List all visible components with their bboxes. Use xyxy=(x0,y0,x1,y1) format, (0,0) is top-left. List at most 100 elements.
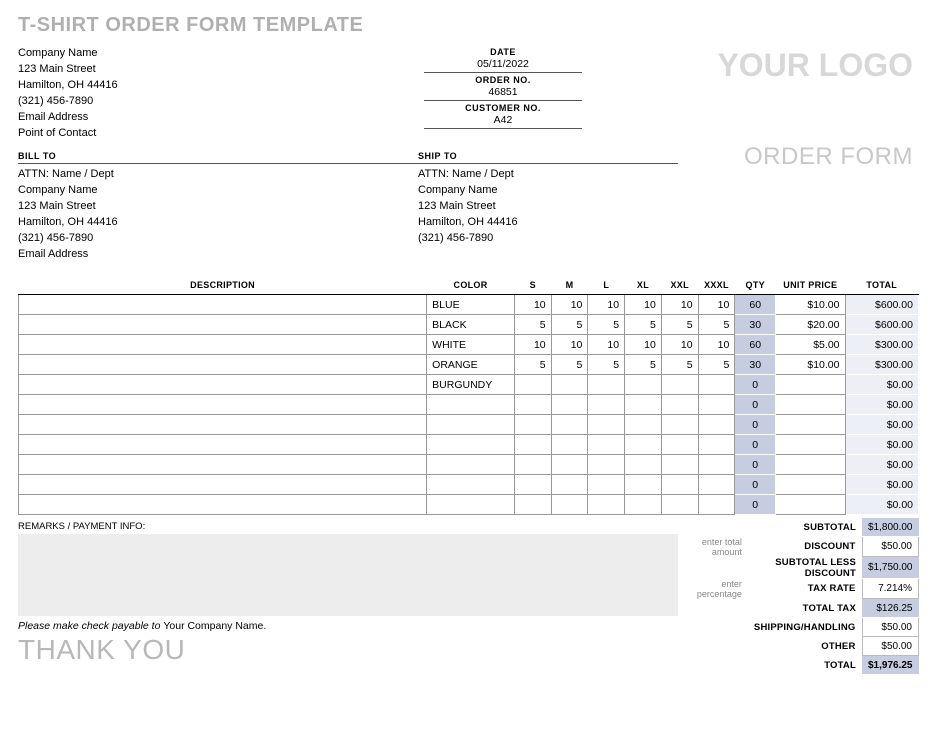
cell-xxxl[interactable] xyxy=(698,415,735,435)
discount-value[interactable]: $50.00 xyxy=(862,537,919,557)
cell-description[interactable] xyxy=(19,395,427,415)
cell-l[interactable] xyxy=(588,475,625,495)
cell-xxxl[interactable]: 10 xyxy=(698,335,735,355)
cell-xxl[interactable] xyxy=(661,375,698,395)
cell-m[interactable] xyxy=(551,495,588,515)
cell-price[interactable]: $10.00 xyxy=(776,295,845,315)
cell-xxl[interactable] xyxy=(661,435,698,455)
cell-xxxl[interactable] xyxy=(698,475,735,495)
cell-s[interactable] xyxy=(514,435,551,455)
cell-price[interactable] xyxy=(776,375,845,395)
cell-s[interactable] xyxy=(514,395,551,415)
cell-color[interactable]: ORANGE xyxy=(427,355,515,375)
cell-xl[interactable]: 5 xyxy=(625,315,662,335)
cell-l[interactable] xyxy=(588,395,625,415)
cell-xxl[interactable] xyxy=(661,415,698,435)
cell-s[interactable]: 5 xyxy=(514,355,551,375)
cell-xxxl[interactable]: 10 xyxy=(698,295,735,315)
cell-description[interactable] xyxy=(19,375,427,395)
cell-xl[interactable] xyxy=(625,495,662,515)
cell-m[interactable] xyxy=(551,455,588,475)
cell-xxl[interactable]: 10 xyxy=(661,335,698,355)
cell-price[interactable] xyxy=(776,395,845,415)
other-value[interactable]: $50.00 xyxy=(862,637,919,656)
cell-xxl[interactable] xyxy=(661,475,698,495)
cell-color[interactable] xyxy=(427,495,515,515)
cell-s[interactable] xyxy=(514,495,551,515)
cell-xl[interactable]: 10 xyxy=(625,295,662,315)
cell-description[interactable] xyxy=(19,295,427,315)
cell-xxl[interactable] xyxy=(661,455,698,475)
cell-price[interactable] xyxy=(776,475,845,495)
cell-description[interactable] xyxy=(19,475,427,495)
cell-l[interactable] xyxy=(588,415,625,435)
cell-s[interactable]: 10 xyxy=(514,295,551,315)
cell-s[interactable] xyxy=(514,475,551,495)
cell-m[interactable] xyxy=(551,375,588,395)
cell-s[interactable]: 5 xyxy=(514,315,551,335)
cell-color[interactable]: WHITE xyxy=(427,335,515,355)
cell-l[interactable] xyxy=(588,435,625,455)
cell-l[interactable]: 5 xyxy=(588,315,625,335)
cell-s[interactable] xyxy=(514,455,551,475)
cell-xxl[interactable] xyxy=(661,495,698,515)
cell-m[interactable] xyxy=(551,475,588,495)
cell-color[interactable] xyxy=(427,415,515,435)
cell-xxxl[interactable] xyxy=(698,435,735,455)
cell-m[interactable] xyxy=(551,435,588,455)
cell-xxl[interactable] xyxy=(661,395,698,415)
cell-price[interactable] xyxy=(776,495,845,515)
tax-rate-value[interactable]: 7.214% xyxy=(862,579,919,599)
cell-color[interactable] xyxy=(427,455,515,475)
cell-s[interactable] xyxy=(514,415,551,435)
cell-color[interactable]: BLUE xyxy=(427,295,515,315)
cell-s[interactable] xyxy=(514,375,551,395)
order-no-value[interactable]: 46851 xyxy=(424,85,582,101)
cell-xxxl[interactable] xyxy=(698,455,735,475)
cell-color[interactable]: BLACK xyxy=(427,315,515,335)
cell-xxl[interactable]: 5 xyxy=(661,355,698,375)
cell-xxl[interactable]: 5 xyxy=(661,315,698,335)
cell-xl[interactable] xyxy=(625,375,662,395)
cell-description[interactable] xyxy=(19,315,427,335)
cell-xl[interactable] xyxy=(625,415,662,435)
cell-m[interactable] xyxy=(551,395,588,415)
cell-l[interactable] xyxy=(588,455,625,475)
cell-price[interactable] xyxy=(776,435,845,455)
cell-color[interactable]: BURGUNDY xyxy=(427,375,515,395)
cell-xxxl[interactable] xyxy=(698,395,735,415)
cell-description[interactable] xyxy=(19,435,427,455)
cell-color[interactable] xyxy=(427,475,515,495)
cell-description[interactable] xyxy=(19,335,427,355)
cell-xl[interactable]: 10 xyxy=(625,335,662,355)
remarks-input[interactable] xyxy=(18,534,678,616)
cell-price[interactable]: $10.00 xyxy=(776,355,845,375)
cell-m[interactable]: 5 xyxy=(551,355,588,375)
cell-price[interactable] xyxy=(776,415,845,435)
cell-price[interactable]: $20.00 xyxy=(776,315,845,335)
cell-m[interactable]: 10 xyxy=(551,295,588,315)
cell-xl[interactable] xyxy=(625,475,662,495)
cell-l[interactable]: 10 xyxy=(588,295,625,315)
cell-price[interactable] xyxy=(776,455,845,475)
cell-color[interactable] xyxy=(427,435,515,455)
cell-xxxl[interactable]: 5 xyxy=(698,315,735,335)
cell-price[interactable]: $5.00 xyxy=(776,335,845,355)
cell-xl[interactable]: 5 xyxy=(625,355,662,375)
cell-xl[interactable] xyxy=(625,435,662,455)
cell-s[interactable]: 10 xyxy=(514,335,551,355)
cell-xl[interactable] xyxy=(625,455,662,475)
cell-color[interactable] xyxy=(427,395,515,415)
cell-xxxl[interactable] xyxy=(698,495,735,515)
cell-description[interactable] xyxy=(19,415,427,435)
cell-m[interactable]: 10 xyxy=(551,335,588,355)
cell-m[interactable]: 5 xyxy=(551,315,588,335)
cell-xxl[interactable]: 10 xyxy=(661,295,698,315)
cell-m[interactable] xyxy=(551,415,588,435)
date-value[interactable]: 05/11/2022 xyxy=(424,57,582,73)
cell-xxxl[interactable] xyxy=(698,375,735,395)
cell-description[interactable] xyxy=(19,495,427,515)
cell-l[interactable]: 10 xyxy=(588,335,625,355)
customer-no-value[interactable]: A42 xyxy=(424,113,582,129)
cell-description[interactable] xyxy=(19,455,427,475)
